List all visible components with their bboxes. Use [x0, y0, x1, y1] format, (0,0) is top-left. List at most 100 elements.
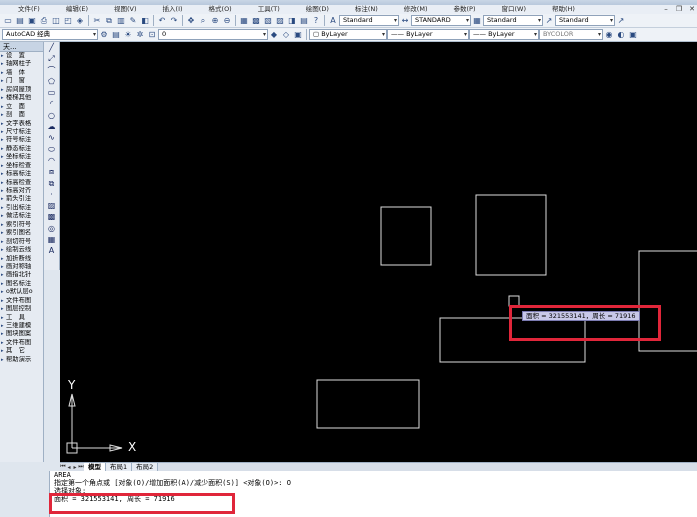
tool-palettes-icon[interactable]: ▧	[263, 16, 273, 26]
workspace-settings-icon[interactable]: ⚙	[99, 30, 109, 40]
pan-icon[interactable]: ✥	[186, 16, 196, 26]
panel-menu-item[interactable]: ▸ 图名标注	[0, 280, 43, 288]
mtext-icon[interactable]: A	[44, 245, 59, 256]
panel-menu-item[interactable]: ▸ 文件布图	[0, 339, 43, 347]
drawing-canvas[interactable]: Y X	[60, 42, 697, 462]
panel-menu-item[interactable]: ▸ 坐标检查	[0, 162, 43, 170]
polygon-icon[interactable]: ⬠	[44, 76, 59, 87]
panel-menu-item[interactable]: ▸ 楼梯其他	[0, 94, 43, 102]
panel-menu-item[interactable]: ▸ 工 具	[0, 314, 43, 322]
sheet-set-icon[interactable]: ▨	[275, 16, 285, 26]
table-icon[interactable]: ▦	[44, 234, 59, 245]
panel-menu-item[interactable]: ▸ 立 面	[0, 103, 43, 111]
open-file-icon[interactable]: ▤	[15, 16, 25, 26]
linetype-select[interactable]: —— ByLayer ▾	[387, 29, 469, 40]
spline-icon[interactable]: ∿	[44, 132, 59, 143]
plotstyle-select[interactable]: BYCOLOR ▾	[539, 29, 603, 40]
region-icon[interactable]: ◎	[44, 223, 59, 234]
menu-insert[interactable]: 插入(I)	[149, 5, 195, 14]
panel-menu-item[interactable]: ▸ 设 置	[0, 52, 43, 60]
properties-icon[interactable]: ▦	[239, 16, 249, 26]
text-style-icon[interactable]: A	[328, 16, 338, 26]
panel-menu-item[interactable]: ▸ 静态标注	[0, 145, 43, 153]
panel-menu-item[interactable]: ▸ 文字表格	[0, 120, 43, 128]
panel-menu-item[interactable]: ▸ 标高标注	[0, 170, 43, 178]
cut-icon[interactable]: ✂	[92, 16, 102, 26]
multileader-style-icon[interactable]: ↗	[544, 16, 554, 26]
menu-parametric[interactable]: 参数(P)	[439, 5, 487, 14]
panel-menu-item[interactable]: ▸ 索引符号	[0, 221, 43, 229]
panel-menu-item[interactable]: ▸ o默认层o	[0, 288, 43, 296]
calculator-icon[interactable]: ▤	[299, 16, 309, 26]
save-icon[interactable]: ▣	[27, 16, 37, 26]
panel-menu-item[interactable]: ▸ 剖 面	[0, 111, 43, 119]
zoom-previous-icon[interactable]: ⊖	[222, 16, 232, 26]
menu-draw[interactable]: 绘图(D)	[292, 5, 341, 14]
plot-icon[interactable]: ⎙	[39, 16, 49, 26]
preview-icon[interactable]: ◫	[51, 16, 61, 26]
restore-icon[interactable]: ❐	[673, 5, 685, 14]
layer-previous-icon[interactable]: ◇	[281, 30, 291, 40]
make-block-icon[interactable]: ⧉	[44, 178, 59, 189]
menu-view[interactable]: 视图(V)	[100, 5, 149, 14]
zoom-realtime-icon[interactable]: ⌕	[198, 16, 208, 26]
publish-icon[interactable]: ◰	[63, 16, 73, 26]
render-icon[interactable]: ◉	[604, 30, 614, 40]
freeze-icon[interactable]: ✲	[135, 30, 145, 40]
panel-menu-item[interactable]: ▸ 坐标标注	[0, 153, 43, 161]
panel-menu-item[interactable]: ▸ 加折断线	[0, 255, 43, 263]
layer-states-icon[interactable]: ▣	[293, 30, 303, 40]
make-current-icon[interactable]: ◆	[269, 30, 279, 40]
gradient-icon[interactable]: ▩	[44, 211, 59, 222]
dim-style-select[interactable]: STANDARD ▾	[411, 15, 471, 26]
ellipse-icon[interactable]: ⬭	[44, 144, 59, 155]
help-icon[interactable]: ?	[311, 16, 321, 26]
panel-menu-item[interactable]: ▸ 三维建模	[0, 322, 43, 330]
panel-menu-item[interactable]: ▸ 轴网柱子	[0, 60, 43, 68]
block-editor-icon[interactable]: ◧	[140, 16, 150, 26]
panel-menu-item[interactable]: ▸ 箭头引注	[0, 195, 43, 203]
panel-menu-item[interactable]: ▸ 图块图案	[0, 330, 43, 338]
rectangle-icon[interactable]: ▭	[44, 87, 59, 98]
panel-menu-item[interactable]: ▸ 墙 体	[0, 69, 43, 77]
design-center-icon[interactable]: ▩	[251, 16, 261, 26]
match-properties-icon[interactable]: ✎	[128, 16, 138, 26]
menu-edit[interactable]: 编辑(E)	[52, 5, 100, 14]
table-style-icon[interactable]: ▦	[472, 16, 482, 26]
minimize-icon[interactable]: –	[660, 5, 672, 14]
circle-icon[interactable]: ○	[44, 110, 59, 121]
revcloud-icon[interactable]: ☁	[44, 121, 59, 132]
panel-menu-item[interactable]: ▸ 引出标注	[0, 204, 43, 212]
zoom-window-icon[interactable]: ⊕	[210, 16, 220, 26]
panel-menu-item[interactable]: ▸ 文件布图	[0, 297, 43, 305]
panel-menu-item[interactable]: ▸ 门 窗	[0, 77, 43, 85]
lock-icon[interactable]: ⊡	[147, 30, 157, 40]
markup-icon[interactable]: ◨	[287, 16, 297, 26]
panel-menu-item[interactable]: ▸ 标高对齐	[0, 187, 43, 195]
panel-menu-item[interactable]: ▸ 画对称轴	[0, 263, 43, 271]
panel-menu-item[interactable]: ▸ 尺寸标注	[0, 128, 43, 136]
point-icon[interactable]: ·	[44, 189, 59, 200]
panel-menu-item[interactable]: ▸ 做法标注	[0, 212, 43, 220]
text-style-select[interactable]: Standard ▾	[339, 15, 399, 26]
multileader-style-select[interactable]: Standard ▾	[555, 15, 615, 26]
panel-menu-item[interactable]: ▸ 图层控制	[0, 305, 43, 313]
table-style-select[interactable]: Standard ▾	[483, 15, 543, 26]
construction-line-icon[interactable]: ⤢	[44, 53, 59, 64]
panel-menu-item[interactable]: ▸ 符号标注	[0, 136, 43, 144]
undo-icon[interactable]: ↶	[157, 16, 167, 26]
layer-select[interactable]: 0 ▾	[158, 29, 268, 40]
arc-icon[interactable]: ◜	[44, 98, 59, 109]
panel-menu-item[interactable]: ▸ 标高检查	[0, 179, 43, 187]
ellipse-arc-icon[interactable]: ◠	[44, 155, 59, 166]
visual-style-icon[interactable]: ◐	[616, 30, 626, 40]
menu-window[interactable]: 窗口(W)	[487, 5, 538, 14]
close-icon[interactable]: ✕	[686, 5, 697, 14]
rectangle-1[interactable]	[380, 206, 432, 266]
insert-block-icon[interactable]: ⧈	[44, 166, 59, 177]
panel-menu-item[interactable]: ▸ 其 它	[0, 347, 43, 355]
panel-menu-item[interactable]: ▸ 画指北针	[0, 271, 43, 279]
multileader-icon[interactable]: ↗	[616, 16, 626, 26]
dim-style-icon[interactable]: ↔	[400, 16, 410, 26]
rectangle-5[interactable]	[316, 379, 420, 429]
